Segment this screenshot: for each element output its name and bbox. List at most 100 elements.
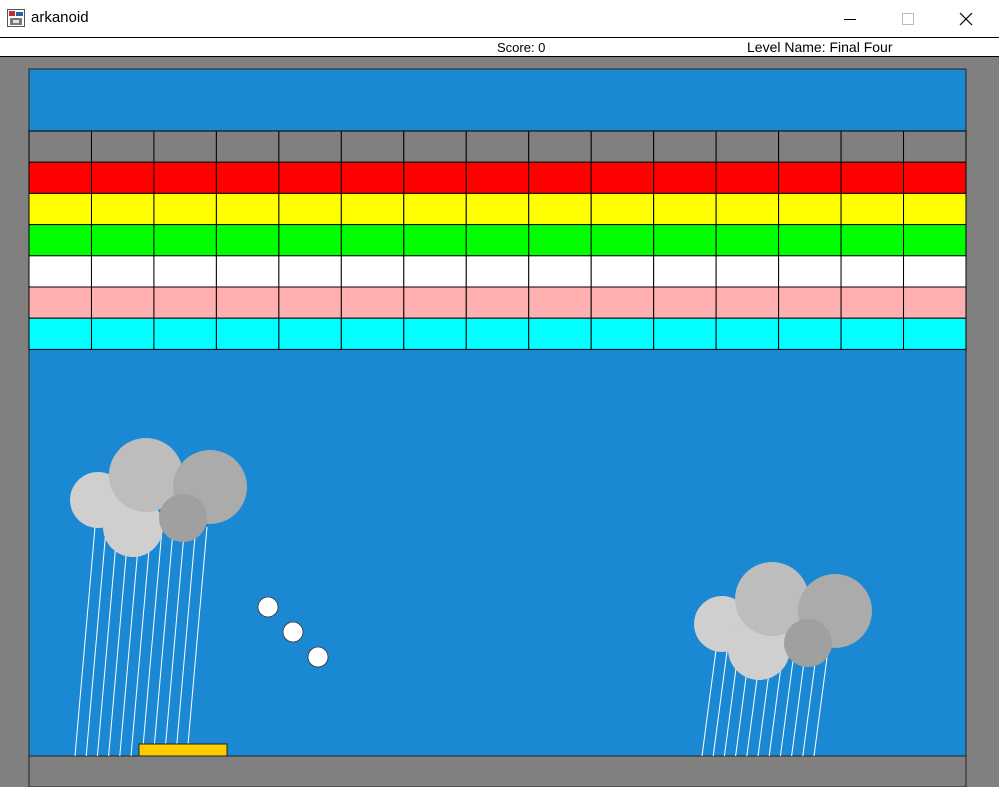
block-green — [215, 224, 280, 257]
block-green — [840, 224, 905, 257]
block-yellow — [403, 192, 467, 226]
block-red — [340, 161, 405, 194]
block-pink — [840, 286, 905, 319]
maximize-button[interactable] — [879, 0, 937, 37]
top-border — [0, 57, 999, 69]
block-gray — [528, 130, 592, 163]
block-yellow — [278, 192, 342, 226]
block-pink — [590, 286, 655, 319]
block-gray — [840, 130, 905, 163]
paddle[interactable] — [138, 743, 228, 757]
block-gray — [153, 130, 217, 163]
close-button[interactable] — [937, 0, 995, 37]
ball — [282, 621, 304, 643]
block-cyan — [403, 317, 467, 350]
block-pink — [653, 286, 717, 319]
block-green — [403, 224, 467, 257]
block-pink — [153, 286, 217, 319]
block-cyan — [28, 317, 92, 350]
block-red — [528, 161, 592, 194]
block-grid — [28, 130, 967, 350]
block-white — [778, 255, 842, 288]
block-red — [28, 161, 92, 194]
block-yellow — [28, 192, 92, 226]
maximize-icon — [902, 12, 914, 25]
block-cyan — [215, 317, 280, 350]
block-red — [465, 161, 530, 194]
block-white — [153, 255, 217, 288]
block-white — [840, 255, 905, 288]
block-pink — [403, 286, 467, 319]
block-green — [778, 224, 842, 257]
block-pink — [715, 286, 780, 319]
block-white — [340, 255, 405, 288]
block-pink — [90, 286, 155, 319]
block-green — [278, 224, 342, 257]
block-cyan — [465, 317, 530, 350]
java-app-icon — [7, 9, 25, 27]
block-cyan — [90, 317, 155, 350]
block-gray — [90, 130, 155, 163]
block-green — [653, 224, 717, 257]
block-cyan — [528, 317, 592, 350]
block-green — [153, 224, 217, 257]
block-gray — [653, 130, 717, 163]
block-yellow — [778, 192, 842, 226]
game-board[interactable] — [0, 57, 999, 787]
score-label: Score: 0 — [497, 40, 546, 55]
block-gray — [278, 130, 342, 163]
level-name-label: Level Name: Final Four — [747, 39, 893, 55]
block-red — [715, 161, 780, 194]
block-white — [590, 255, 655, 288]
block-yellow — [340, 192, 405, 226]
block-gray — [340, 130, 405, 163]
block-cyan — [778, 317, 842, 350]
block-green — [340, 224, 405, 257]
block-gray — [715, 130, 780, 163]
score-bar: Score: 0 Level Name: Final Four — [0, 37, 999, 57]
right-border — [966, 57, 999, 787]
block-gray — [465, 130, 530, 163]
block-green — [465, 224, 530, 257]
block-yellow — [715, 192, 780, 226]
title-bar: arkanoid — [0, 0, 999, 37]
left-border — [0, 57, 29, 787]
block-green — [903, 224, 967, 257]
block-pink — [528, 286, 592, 319]
block-yellow — [590, 192, 655, 226]
block-white — [403, 255, 467, 288]
block-cyan — [903, 317, 967, 350]
bottom-border — [28, 755, 967, 787]
block-yellow — [528, 192, 592, 226]
block-white — [215, 255, 280, 288]
block-cyan — [840, 317, 905, 350]
block-cyan — [653, 317, 717, 350]
block-gray — [590, 130, 655, 163]
ball — [257, 596, 279, 618]
block-pink — [903, 286, 967, 319]
block-gray — [403, 130, 467, 163]
block-green — [590, 224, 655, 257]
block-white — [465, 255, 530, 288]
close-icon — [959, 12, 973, 25]
block-yellow — [90, 192, 155, 226]
block-pink — [465, 286, 530, 319]
block-red — [215, 161, 280, 194]
block-gray — [903, 130, 967, 163]
minimize-button[interactable] — [821, 0, 879, 37]
block-cyan — [340, 317, 405, 350]
block-white — [90, 255, 155, 288]
block-gray — [778, 130, 842, 163]
block-cyan — [590, 317, 655, 350]
block-red — [778, 161, 842, 194]
block-pink — [278, 286, 342, 319]
block-green — [715, 224, 780, 257]
block-yellow — [465, 192, 530, 226]
minimize-icon — [844, 18, 856, 20]
window-title: arkanoid — [31, 9, 89, 26]
block-yellow — [903, 192, 967, 226]
block-red — [403, 161, 467, 194]
block-yellow — [153, 192, 217, 226]
block-yellow — [840, 192, 905, 226]
block-gray — [215, 130, 280, 163]
